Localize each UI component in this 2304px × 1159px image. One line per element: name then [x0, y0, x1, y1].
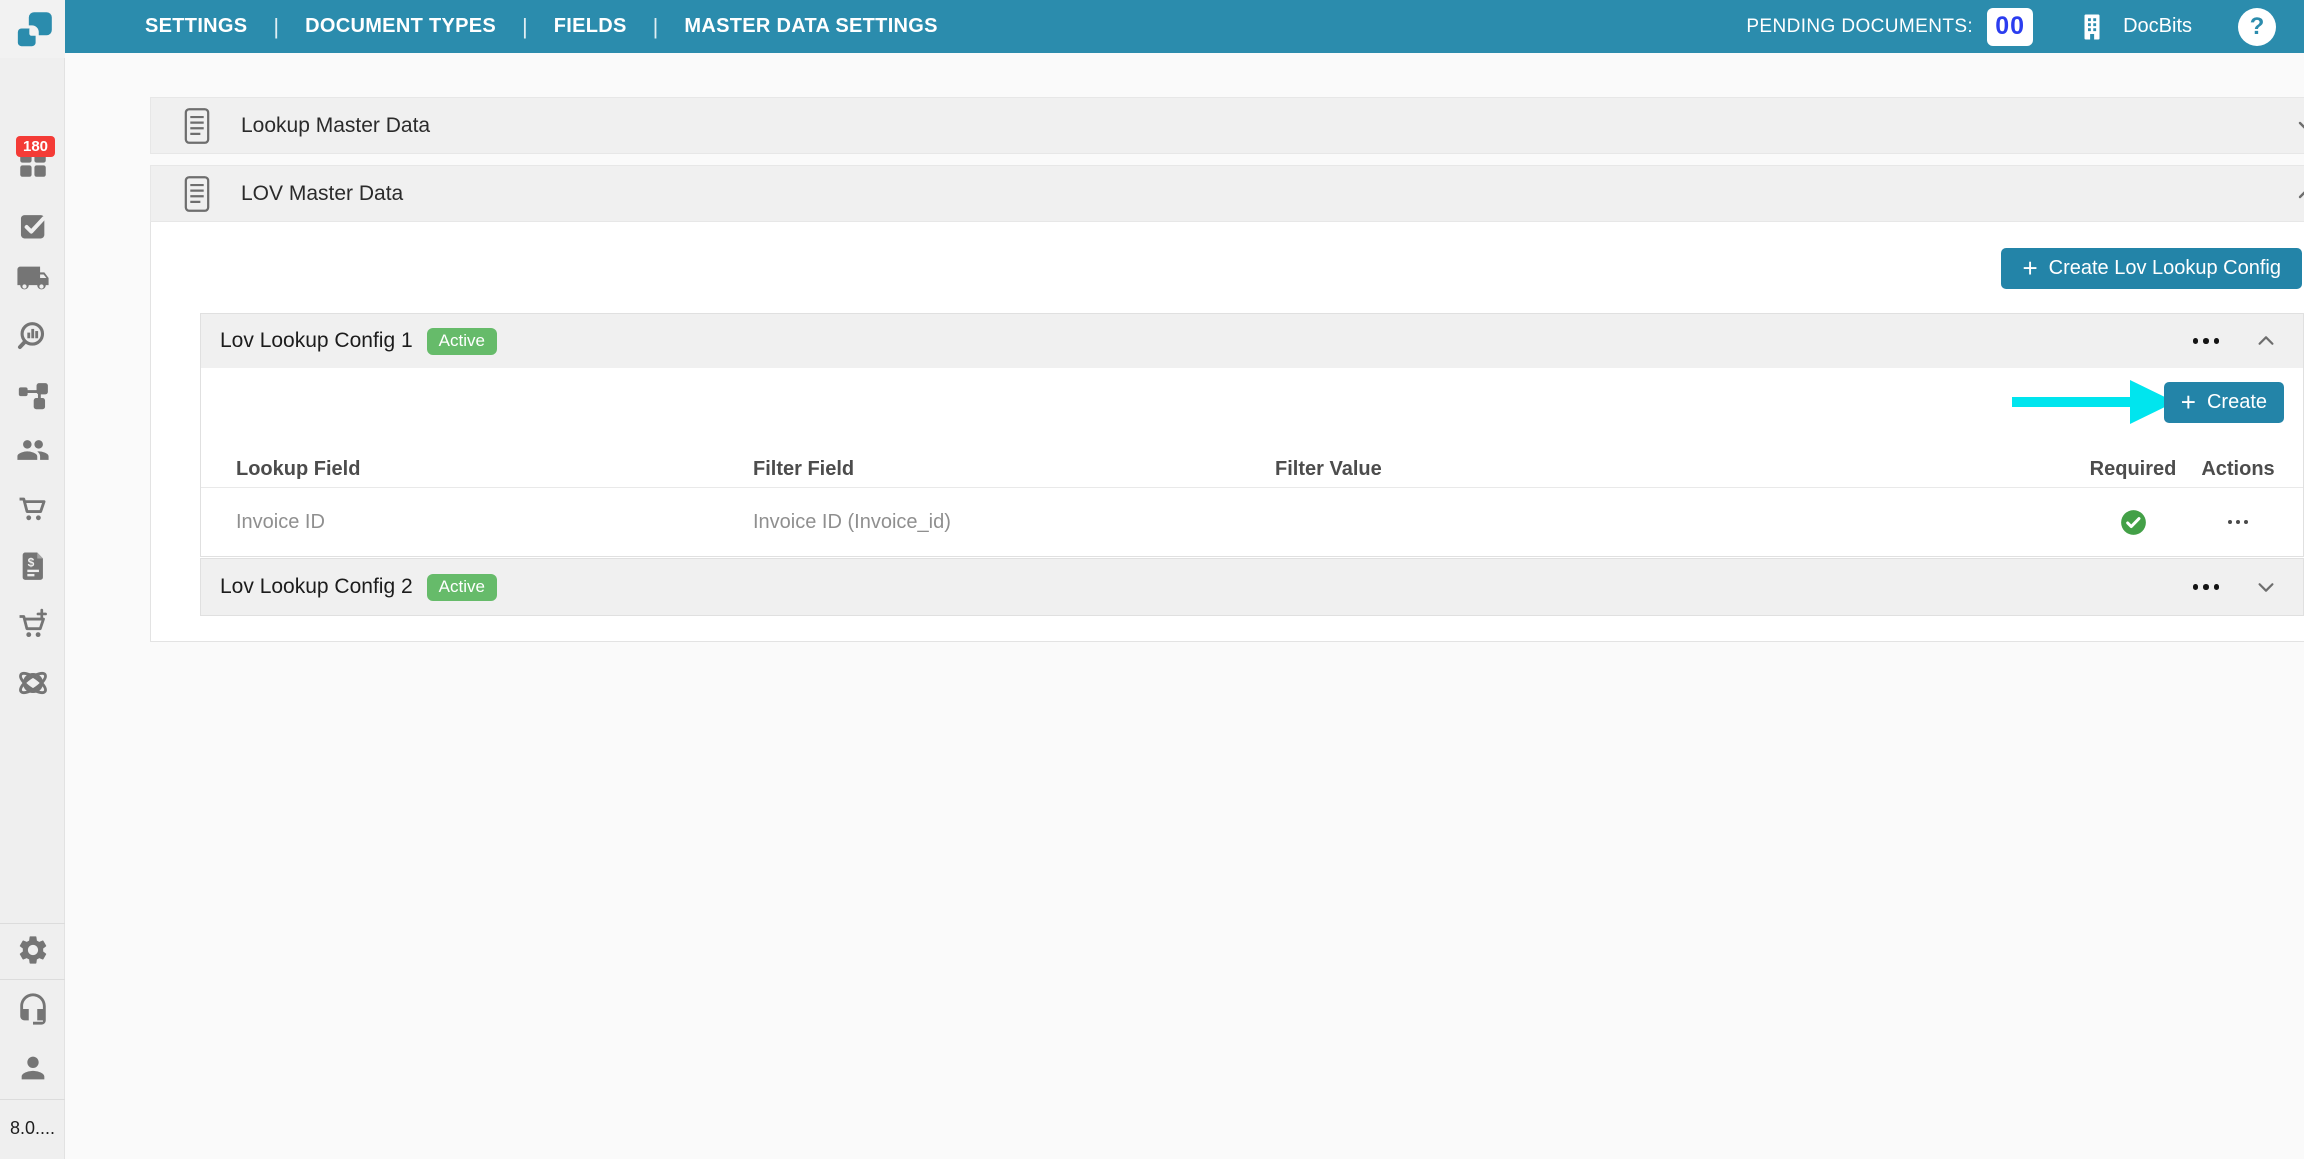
sidebar-divider	[0, 1099, 65, 1100]
lov-lookup-config-1-body: + Create Lookup Field Filter Field Filte…	[201, 368, 2303, 556]
lov-lookup-config-2-header[interactable]: Lov Lookup Config 2 Active	[201, 559, 2303, 615]
actions-cell	[2188, 514, 2288, 530]
sidebar-divider	[0, 979, 65, 980]
table-row: Invoice ID Invoice ID (Invoice_id)	[201, 488, 2303, 556]
document-list-icon	[181, 175, 213, 213]
search-analytics-icon	[16, 319, 50, 353]
accordion-title: LOV Master Data	[241, 182, 403, 206]
lov-lookup-config-1-card: Lov Lookup Config 1 Active + Create	[200, 313, 2304, 557]
lookup-field-value: Invoice ID	[236, 511, 753, 534]
row-actions-button[interactable]	[2226, 514, 2250, 530]
sidebar-item-profile[interactable]	[0, 1051, 65, 1085]
document-list-icon	[181, 107, 213, 145]
pending-documents-count[interactable]: 00	[1987, 8, 2033, 46]
nav-master-data-settings[interactable]: MASTER DATA SETTINGS	[684, 15, 937, 38]
more-options-button[interactable]	[2191, 332, 2222, 350]
sidebar-item-invoices[interactable]: $	[0, 549, 65, 583]
config-title: Lov Lookup Config 1	[220, 329, 413, 353]
truck-icon	[16, 261, 50, 295]
sidebar-item-analytics-search[interactable]	[0, 319, 65, 353]
col-lookup-field: Lookup Field	[236, 458, 753, 481]
sidebar-item-workflow[interactable]	[0, 376, 65, 410]
sidebar-item-purchase-orders[interactable]	[0, 608, 65, 642]
required-cell	[2078, 509, 2188, 536]
cart-plus-icon	[16, 608, 50, 642]
filter-field-value: Invoice ID (Invoice_id)	[753, 511, 1275, 534]
sidebar-item-tasks[interactable]	[0, 208, 65, 242]
organization-building-icon	[2077, 12, 2107, 42]
orbit-icon	[16, 666, 50, 700]
chevron-down-icon[interactable]	[2295, 114, 2304, 138]
sidebar-item-settings[interactable]	[0, 933, 65, 967]
gear-icon	[16, 933, 50, 967]
chevron-up-icon[interactable]	[2255, 330, 2277, 352]
topbar: SETTINGS | DOCUMENT TYPES | FIELDS | MAS…	[65, 0, 2304, 53]
headset-icon	[16, 992, 50, 1026]
sidebar-item-shipping[interactable]	[0, 261, 65, 295]
sidebar-divider	[0, 923, 65, 924]
app-logo[interactable]	[0, 0, 65, 58]
sidebar-item-users[interactable]	[0, 433, 65, 467]
check-circle-icon	[2120, 509, 2147, 536]
brand-name: DocBits	[2123, 15, 2192, 38]
sidebar-item-support[interactable]	[0, 992, 65, 1026]
person-icon	[16, 1051, 50, 1085]
checkbox-icon	[16, 208, 50, 242]
chevron-down-icon[interactable]	[2255, 576, 2277, 598]
annotation-arrow-icon	[2012, 379, 2177, 430]
topbar-right: PENDING DOCUMENTS: 00 DocBits ?	[1746, 8, 2304, 46]
nav-separator: |	[653, 14, 659, 40]
hierarchy-icon	[16, 376, 50, 410]
create-lov-lookup-config-button[interactable]: + Create Lov Lookup Config	[2001, 248, 2302, 289]
nav-separator: |	[522, 14, 528, 40]
nav-document-types[interactable]: DOCUMENT TYPES	[305, 15, 496, 38]
accordion-lov-master-data[interactable]: LOV Master Data	[150, 165, 2304, 222]
chevron-up-icon[interactable]	[2295, 182, 2304, 206]
col-required: Required	[2078, 458, 2188, 481]
sidebar: 180	[0, 58, 65, 1159]
nav-fields[interactable]: FIELDS	[554, 15, 627, 38]
status-badge: Active	[427, 574, 497, 601]
task-count-badge: 180	[16, 136, 55, 157]
main-content: Lookup Master Data LOV Master Data + Cre…	[150, 97, 2304, 642]
lov-lookup-config-1-header[interactable]: Lov Lookup Config 1 Active	[201, 314, 2303, 368]
docbits-logo-icon	[10, 6, 56, 52]
config-title: Lov Lookup Config 2	[220, 575, 413, 599]
svg-text:$: $	[27, 556, 34, 570]
plus-icon: +	[2181, 389, 2196, 415]
plus-icon: +	[2022, 255, 2037, 281]
accordion-title: Lookup Master Data	[241, 114, 430, 138]
pending-documents-label: PENDING DOCUMENTS:	[1746, 16, 1973, 38]
lov-master-data-panel: + Create Lov Lookup Config Lov Lookup Co…	[150, 222, 2304, 642]
col-actions: Actions	[2188, 458, 2288, 481]
col-filter-value: Filter Value	[1275, 458, 2078, 481]
accordion-gap	[150, 154, 2304, 165]
nav-separator: |	[273, 14, 279, 40]
help-button[interactable]: ?	[2238, 8, 2276, 46]
sidebar-item-integrations[interactable]	[0, 666, 65, 700]
invoice-document-icon: $	[16, 549, 50, 583]
lov-lookup-config-2-card: Lov Lookup Config 2 Active	[200, 558, 2304, 616]
app-version: 8.0....	[10, 1118, 55, 1139]
lookup-fields-table: Lookup Field Filter Field Filter Value R…	[201, 451, 2303, 556]
cart-icon	[16, 492, 50, 526]
people-icon	[16, 433, 50, 467]
sidebar-item-orders[interactable]	[0, 492, 65, 526]
col-filter-field: Filter Field	[753, 458, 1275, 481]
nav-settings[interactable]: SETTINGS	[145, 15, 247, 38]
create-lookup-field-button[interactable]: + Create	[2164, 382, 2284, 423]
status-badge: Active	[427, 328, 497, 355]
more-options-button[interactable]	[2191, 578, 2222, 596]
accordion-lookup-master-data[interactable]: Lookup Master Data	[150, 97, 2304, 154]
table-header-row: Lookup Field Filter Field Filter Value R…	[201, 451, 2303, 488]
main-nav: SETTINGS | DOCUMENT TYPES | FIELDS | MAS…	[145, 14, 938, 40]
